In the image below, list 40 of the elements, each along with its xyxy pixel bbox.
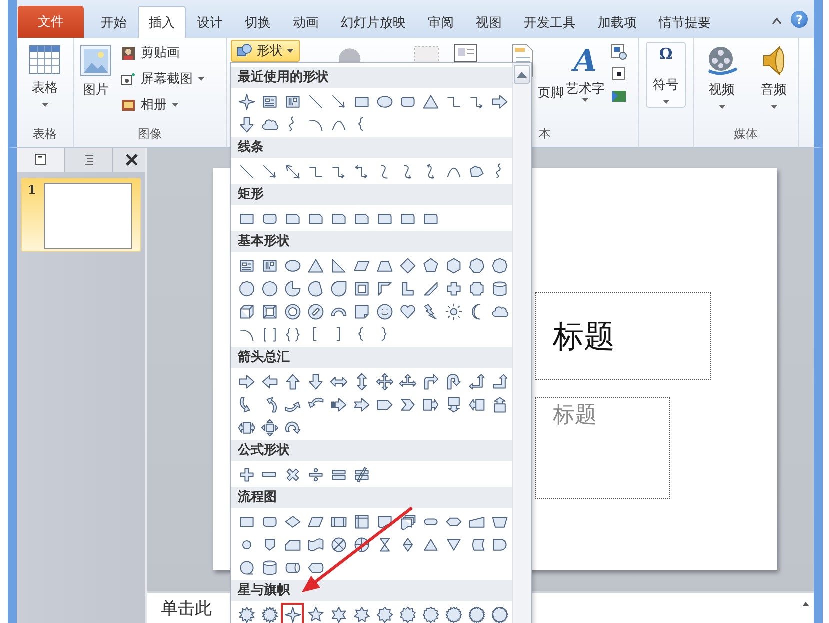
shapes-button[interactable]: 形状 — [231, 40, 300, 62]
ribbon-tab[interactable]: 动画 — [282, 6, 330, 38]
audio-button[interactable]: 音频 — [755, 42, 793, 112]
section-header: 基本形状 — [231, 231, 512, 252]
section-header: 公式形状 — [231, 440, 512, 461]
group-label: 表格 — [32, 126, 58, 143]
screenshot-button[interactable]: 屏幕截图 — [118, 68, 208, 90]
ribbon-tab[interactable]: 幻灯片放映 — [330, 6, 417, 38]
slide-thumbnail-row[interactable]: 1 — [21, 178, 141, 252]
table-button[interactable]: 表格 — [23, 42, 67, 110]
section-header: 线条 — [231, 137, 512, 158]
ribbon-tab[interactable]: 开发工具 — [513, 6, 587, 38]
header-footer-button[interactable]: 页脚 — [538, 84, 564, 102]
group-label: 本 — [538, 126, 552, 143]
ribbon-tab[interactable]: 情节提要 — [648, 6, 722, 38]
file-tab[interactable]: 文件 — [18, 6, 84, 38]
title-text: 标题 — [553, 318, 615, 357]
section-header: 矩形 — [231, 184, 512, 205]
photo-album-button[interactable]: 相册 — [118, 94, 208, 116]
ribbon-tab[interactable]: 视图 — [465, 6, 513, 38]
ribbon-tab[interactable]: 开始 — [90, 6, 138, 38]
subtitle-text: 标题 — [553, 402, 597, 430]
notes-text: 单击此 — [161, 598, 212, 620]
picture-button[interactable]: 图片 — [74, 42, 118, 102]
symbol-button[interactable]: Ω 符号 — [646, 42, 686, 108]
group-label: 媒体 — [733, 126, 759, 143]
section-header: 最近使用的形状 — [231, 67, 512, 88]
section-header: 星与旗帜 — [231, 580, 512, 601]
slide-number: 1 — [28, 183, 38, 199]
section-header: 流程图 — [231, 487, 512, 508]
ribbon-tab[interactable]: 加载项 — [587, 6, 648, 38]
ribbon-tab[interactable]: 审阅 — [417, 6, 465, 38]
clip-art-button[interactable]: 剪贴画 — [118, 42, 208, 64]
ribbon-tab[interactable]: 切换 — [234, 6, 282, 38]
group-label: 图像 — [137, 126, 163, 143]
ribbon-tab[interactable]: 设计 — [186, 6, 234, 38]
wordart-button[interactable]: A 艺术字 — [566, 44, 605, 102]
section-header: 箭头总汇 — [231, 347, 512, 368]
video-button[interactable]: 视频 — [699, 42, 745, 112]
ribbon-tab[interactable]: 插入 — [138, 6, 186, 38]
